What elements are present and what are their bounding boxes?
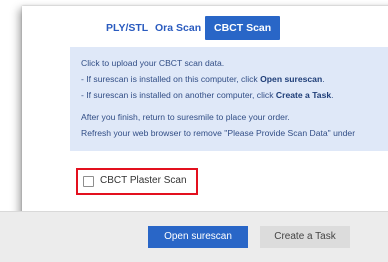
open-surescan-button[interactable]: Open surescan [148, 226, 248, 248]
tab-ora-scan[interactable]: Ora Scan [155, 16, 201, 40]
create-task-button[interactable]: Create a Task [260, 226, 350, 248]
tab-cbct-scan[interactable]: CBCT Scan [205, 16, 281, 40]
open-surescan-ref: Open surescan [260, 74, 323, 84]
tab-ply-stl[interactable]: PLY/STL [106, 16, 148, 40]
cbct-instructions: Click to upload your CBCT scan data. - I… [70, 47, 388, 151]
instruction-refresh: Refresh your web browser to remove "Plea… [81, 128, 356, 138]
instruction-upload: Click to upload your CBCT scan data. [81, 58, 225, 68]
instruction-return: After you finish, return to suresmile to… [81, 112, 290, 122]
plaster-scan-checkbox[interactable] [83, 176, 94, 187]
instruction-remote: - If surescan is installed on another co… [81, 90, 334, 100]
create-task-ref: Create a Task [275, 90, 332, 100]
instruction-local: - If surescan is installed on this compu… [81, 74, 325, 84]
plaster-scan-label[interactable]: CBCT Plaster Scan [100, 175, 187, 186]
scan-type-tabs: PLY/STL Ora Scan CBCT Scan [22, 6, 388, 46]
